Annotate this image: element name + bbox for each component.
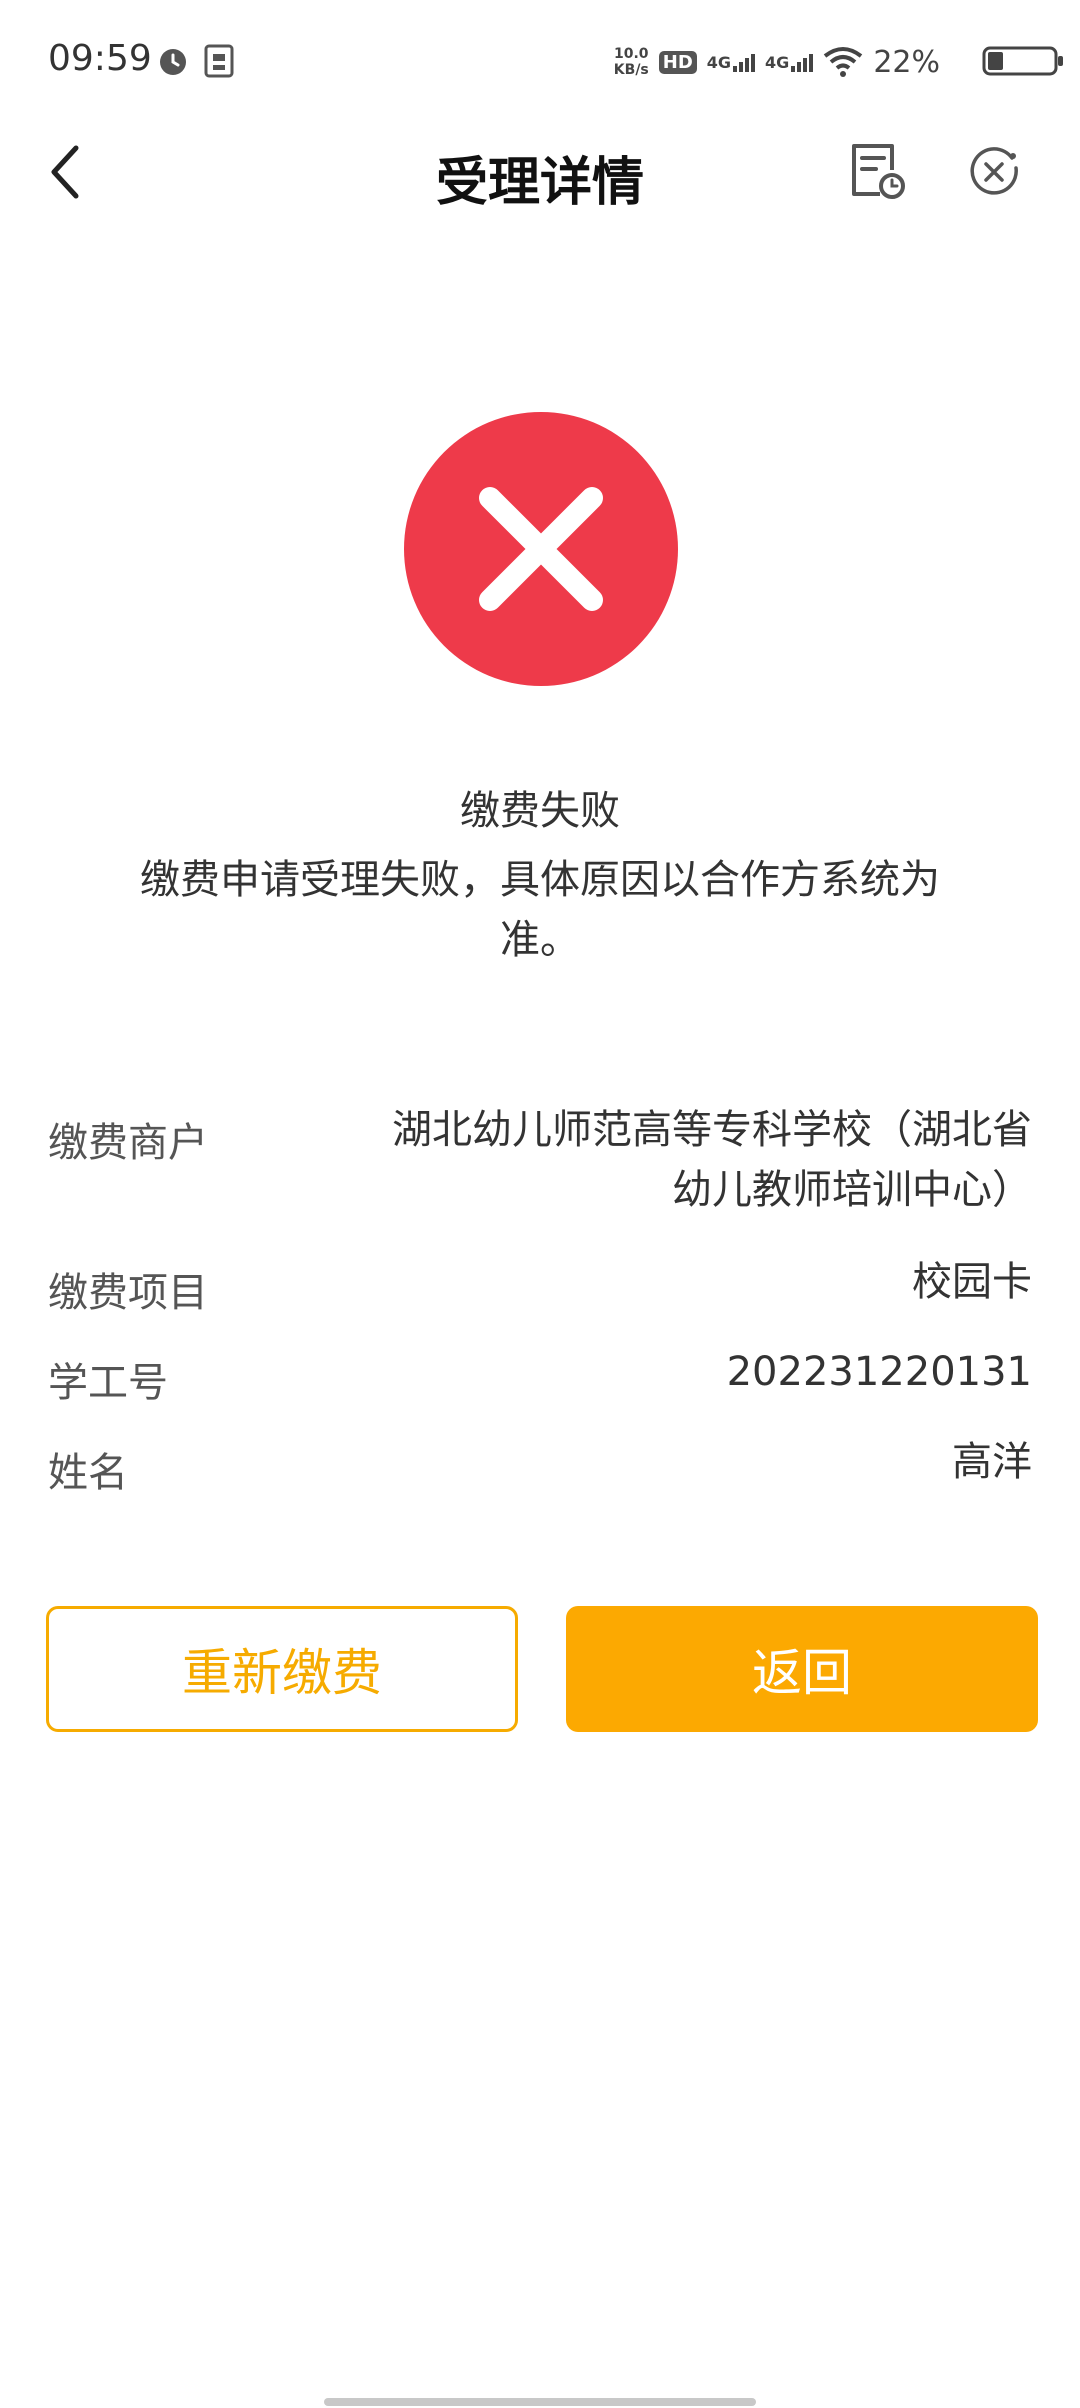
result-status: 缴费失败 (460, 788, 620, 834)
signal-sim1: 4G (707, 52, 756, 72)
item-value: 校园卡 (912, 1259, 1032, 1305)
page-title: 受理详情 (435, 153, 644, 213)
result-description: 缴费申请受理失败，具体原因以合作方系统为准。 (140, 857, 940, 963)
status-time: 09:59 (48, 38, 152, 79)
home-indicator[interactable] (324, 2398, 756, 2406)
sim-card-icon (204, 44, 234, 78)
merchant-value: 湖北幼儿师范高等专科学校（湖北省幼儿教师培训中心） (392, 1107, 1032, 1213)
name-value: 高洋 (952, 1439, 1032, 1485)
records-icon[interactable] (848, 142, 906, 202)
close-miniprogram-icon[interactable] (966, 144, 1022, 200)
signal-sim2: 4G (765, 52, 814, 72)
error-icon (404, 412, 678, 686)
hd-badge: HD (658, 50, 697, 74)
battery-icon (982, 46, 1063, 76)
student-id-value: 202231220131 (726, 1349, 1032, 1395)
name-label: 姓名 (48, 1450, 128, 1496)
net-speed: 10.0 KB/s (613, 46, 649, 78)
status-bar: 09:59 10.0 KB/s HD 4G 4G 22% (0, 0, 1080, 120)
retry-payment-button[interactable]: 重新缴费 (46, 1606, 518, 1732)
signal-bars-icon (733, 52, 756, 72)
battery-percent: 22% (873, 44, 940, 80)
return-button[interactable]: 返回 (566, 1606, 1038, 1732)
student-id-label: 学工号 (48, 1360, 168, 1406)
nav-bar: 受理详情 (0, 120, 1080, 220)
signal-bars-icon (791, 52, 814, 72)
status-icons: 10.0 KB/s HD 4G 4G 22% (614, 40, 940, 84)
merchant-label: 缴费商户 (48, 1120, 208, 1166)
wifi-icon (824, 47, 863, 77)
alarm-icon (160, 49, 186, 75)
item-label: 缴费项目 (48, 1270, 208, 1316)
